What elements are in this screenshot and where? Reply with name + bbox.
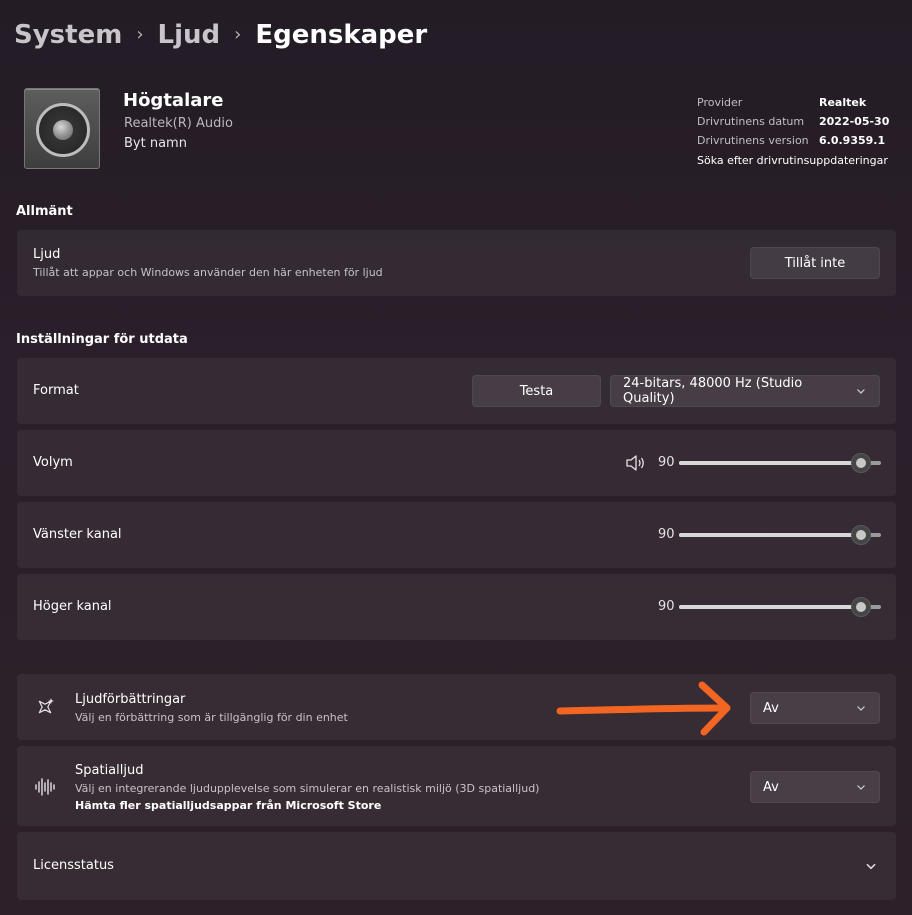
right-channel-slider-thumb[interactable] (851, 597, 871, 617)
driver-date-value: 2022-05-30 (819, 115, 890, 128)
test-button[interactable]: Testa (472, 375, 601, 407)
breadcrumb-ljud[interactable]: Ljud (158, 18, 221, 52)
rename-link[interactable]: Byt namn (124, 136, 187, 151)
right-channel-card: Höger kanal 90 (17, 574, 896, 640)
page-title: Egenskaper (255, 20, 428, 50)
driver-version-value: 6.0.9359.1 (819, 134, 886, 147)
disallow-button[interactable]: Tillåt inte (750, 247, 880, 279)
driver-version-label: Drivrutinens version (697, 134, 809, 147)
format-card: Format Testa 24-bitars, 48000 Hz (Studio… (17, 358, 896, 424)
enhancements-dropdown[interactable]: Av (750, 692, 880, 724)
left-channel-value: 90 (658, 527, 675, 542)
spatial-sound-wave-icon (35, 778, 55, 796)
format-label: Format (33, 383, 79, 398)
enhancements-dropdown-value: Av (763, 700, 779, 716)
volume-slider[interactable] (679, 453, 881, 473)
provider-label: Provider (697, 96, 743, 109)
driver-date-label: Drivrutinens datum (697, 115, 805, 128)
spatial-title: Spatialljud (75, 763, 144, 778)
breadcrumb: System › Ljud › Egenskaper (14, 18, 427, 52)
right-channel-slider[interactable] (679, 597, 881, 617)
left-channel-slider-thumb[interactable] (851, 525, 871, 545)
license-card[interactable]: Licensstatus (17, 832, 896, 900)
left-channel-label: Vänster kanal (33, 527, 122, 542)
left-channel-card: Vänster kanal 90 (17, 502, 896, 568)
right-channel-value: 90 (658, 599, 675, 614)
spatial-desc: Välj en integrerande ljudupplevelse som … (75, 782, 540, 795)
spatial-dropdown[interactable]: Av (750, 771, 880, 803)
audio-desc: Tillåt att appar och Windows använder de… (33, 266, 383, 279)
enhancements-card: Ljudförbättringar Välj en förbättring so… (17, 674, 896, 740)
chevron-down-icon[interactable] (864, 859, 878, 873)
chevron-down-icon (857, 785, 865, 790)
breadcrumb-chevron-icon: › (136, 24, 144, 45)
audio-allow-card: Ljud Tillåt att appar och Windows använd… (17, 230, 896, 296)
section-output-title: Inställningar för utdata (16, 332, 188, 347)
provider-value: Realtek (819, 96, 867, 109)
breadcrumb-chevron-icon: › (234, 24, 242, 45)
chevron-down-icon (857, 706, 865, 711)
spatial-store-link[interactable]: Hämta fler spatialljudsappar från Micros… (75, 799, 381, 812)
license-title: Licensstatus (33, 858, 114, 873)
volume-slider-thumb[interactable] (851, 453, 871, 473)
volume-value: 90 (658, 455, 675, 470)
format-dropdown-value: 24-bitars, 48000 Hz (Studio Quality) (623, 376, 803, 406)
speaker-device-icon (24, 88, 100, 169)
audio-title: Ljud (33, 247, 61, 262)
enhancements-desc: Välj en förbättring som är tillgänglig f… (75, 711, 348, 724)
left-channel-slider[interactable] (679, 525, 881, 545)
chevron-down-icon (857, 389, 865, 394)
enhancements-title: Ljudförbättringar (75, 692, 186, 707)
sparkle-enhancement-icon (38, 698, 54, 714)
volume-label: Volym (33, 455, 73, 470)
speaker-volume-icon[interactable] (625, 454, 647, 472)
spatial-card: Spatialljud Välj en integrerande ljudupp… (17, 746, 896, 826)
spatial-dropdown-value: Av (763, 779, 779, 795)
driver-info: Provider Realtek Drivrutinens datum 2022… (697, 93, 889, 169)
format-dropdown[interactable]: 24-bitars, 48000 Hz (Studio Quality) (610, 375, 880, 407)
driver-update-link[interactable]: Söka efter drivrutinsuppdateringar (697, 154, 888, 167)
device-manufacturer: Realtek(R) Audio (124, 116, 233, 131)
section-general-title: Allmänt (16, 204, 73, 219)
device-name: Högtalare (123, 90, 224, 111)
annotation-arrow-icon (556, 681, 731, 736)
volume-card: Volym 90 (17, 430, 896, 496)
right-channel-label: Höger kanal (33, 599, 112, 614)
breadcrumb-system[interactable]: System (14, 18, 122, 52)
